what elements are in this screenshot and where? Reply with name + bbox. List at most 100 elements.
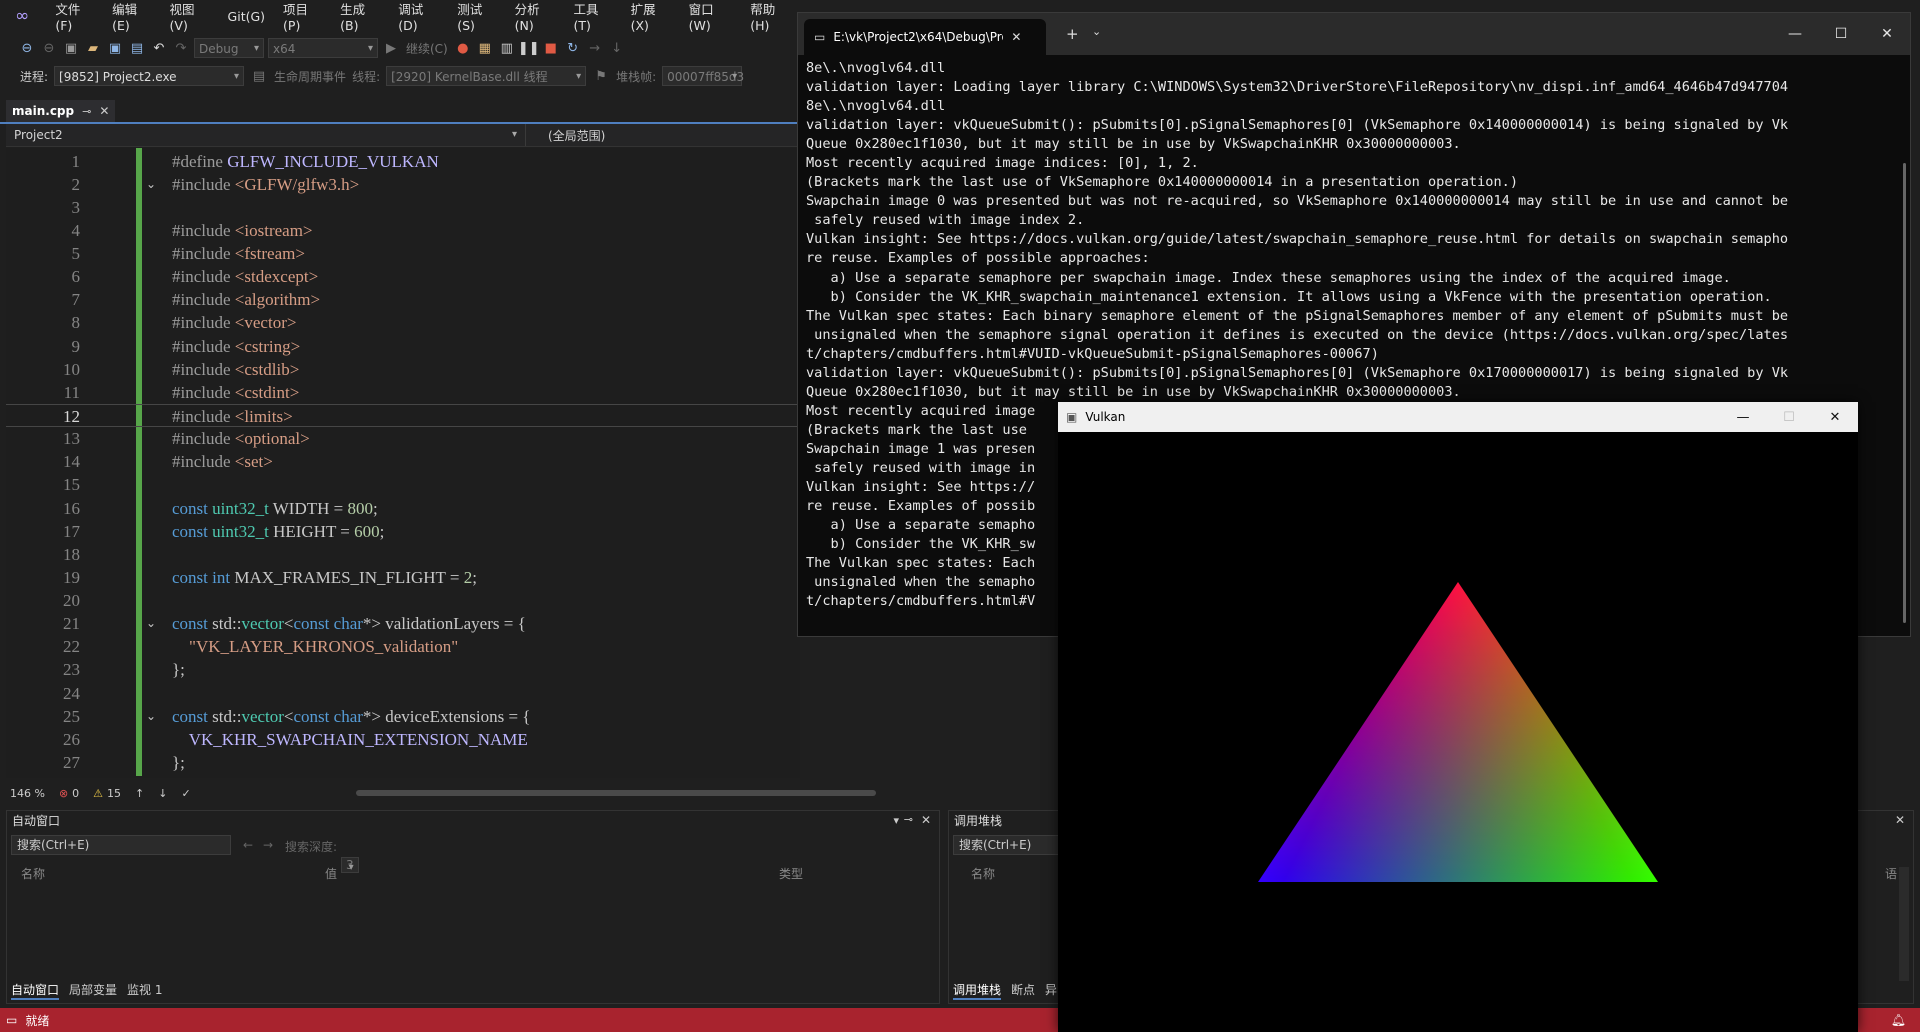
warning-icon[interactable]: ⚠ xyxy=(93,787,103,800)
code-line[interactable]: 26 VK_KHR_SWAPCHAIN_EXTENSION_NAME xyxy=(6,728,800,751)
save-icon[interactable]: ▣ xyxy=(106,39,124,57)
code-editor[interactable]: 1 #define GLFW_INCLUDE_VULKAN 2 ⌄ #include … xyxy=(6,148,800,778)
code-line[interactable]: 15 xyxy=(6,473,800,496)
code-line[interactable]: 6 #include <stdexcept> xyxy=(6,265,800,288)
code-line[interactable]: 23}; xyxy=(6,658,800,681)
error-icon[interactable]: ⊗ xyxy=(59,787,68,800)
break-all-icon[interactable]: ❚❚ xyxy=(518,39,540,57)
new-project-icon[interactable]: ▣ xyxy=(62,39,80,57)
pin-panel-icon[interactable]: ⊸ xyxy=(904,813,913,826)
code-line[interactable]: 22 "VK_LAYER_KHRONOS_validation" xyxy=(6,635,800,658)
back-icon[interactable]: ⊖ xyxy=(18,39,36,57)
new-tab-icon[interactable]: + xyxy=(1066,25,1079,43)
close-tab-icon[interactable]: ✕ xyxy=(99,104,109,118)
menu-view[interactable]: 视图(V) xyxy=(161,0,219,33)
next-issue-icon[interactable]: ↓ xyxy=(158,787,167,800)
hot-reload-icon[interactable]: ● xyxy=(454,39,472,57)
minimize-icon[interactable]: — xyxy=(1720,402,1766,432)
panel-options-icon[interactable]: ▾ xyxy=(893,814,899,827)
menu-test[interactable]: 测试(S) xyxy=(448,0,505,33)
code-line[interactable]: 14 #include <set> xyxy=(6,450,800,473)
warning-count[interactable]: 15 xyxy=(107,787,121,800)
collapse-icon[interactable]: ⌄ xyxy=(144,612,158,635)
column-value[interactable]: 值 xyxy=(325,865,337,882)
maximize-icon[interactable]: ☐ xyxy=(1818,13,1864,55)
configuration-dropdown[interactable]: Debug xyxy=(194,38,264,59)
pin-icon[interactable]: ⊸ xyxy=(82,105,91,118)
undo-icon[interactable]: ↶ xyxy=(150,39,168,57)
code-line[interactable]: 21 ⌄ const std::vector<const char*> valida… xyxy=(6,612,800,635)
terminal-scrollbar[interactable] xyxy=(1903,163,1906,623)
close-panel-icon[interactable]: ✕ xyxy=(921,813,931,827)
tab-exceptions[interactable]: 异 xyxy=(1045,981,1057,1000)
column-name[interactable]: 名称 xyxy=(21,865,45,882)
vulkan-render-surface[interactable] xyxy=(1058,432,1858,1032)
code-line[interactable]: 8 #include <vector> xyxy=(6,311,800,334)
code-line[interactable]: 24 xyxy=(6,682,800,705)
layout-icon[interactable]: ▥ xyxy=(498,39,516,57)
current-code-line[interactable]: 12 #include <limits> xyxy=(6,404,800,428)
code-line[interactable]: 20 xyxy=(6,589,800,612)
step-into-icon[interactable]: ↓ xyxy=(608,39,626,57)
forward-icon[interactable]: → xyxy=(263,838,273,852)
close-window-icon[interactable]: ✕ xyxy=(1864,13,1910,55)
menu-edit[interactable]: 编辑(E) xyxy=(103,0,160,33)
search-depth-dropdown[interactable]: 3 xyxy=(341,857,359,873)
flag-icon[interactable]: ⚑ xyxy=(592,67,610,85)
collapse-icon[interactable]: ⌄ xyxy=(144,173,158,196)
code-line[interactable]: 27}; xyxy=(6,751,800,774)
code-line[interactable]: 16 const uint32_t WIDTH = 800; xyxy=(6,497,800,520)
continue-icon[interactable]: ▶ xyxy=(382,39,400,57)
close-window-icon[interactable]: ✕ xyxy=(1812,402,1858,432)
visual-studio-logo-icon[interactable]: ∞ xyxy=(12,7,32,25)
forward-icon[interactable]: ⊖ xyxy=(40,39,58,57)
code-line[interactable]: 9 #include <cstring> xyxy=(6,335,800,358)
diagnostics-icon[interactable]: ▦ xyxy=(476,39,494,57)
continue-button-label[interactable]: 继续(C) xyxy=(406,40,448,57)
code-line[interactable]: 25 ⌄ const std::vector<const char*> device… xyxy=(6,705,800,728)
code-line[interactable]: 18 xyxy=(6,543,800,566)
menu-git[interactable]: Git(G) xyxy=(219,9,275,24)
tab-locals[interactable]: 局部变量 xyxy=(69,981,117,1000)
code-cleanup-icon[interactable]: ✓ xyxy=(181,787,190,800)
thread-dropdown[interactable]: [2920] KernelBase.dll 线程 xyxy=(386,66,587,87)
code-line[interactable]: 10 #include <cstdlib> xyxy=(6,358,800,381)
code-line[interactable]: 17 const uint32_t HEIGHT = 600; xyxy=(6,520,800,543)
collapse-icon[interactable]: ⌄ xyxy=(144,705,158,728)
column-type[interactable]: 类型 xyxy=(779,865,803,882)
project-dropdown[interactable]: Project2 xyxy=(6,124,526,146)
menu-extensions[interactable]: 扩展(X) xyxy=(622,0,680,33)
code-line[interactable]: 5 #include <fstream> xyxy=(6,242,800,265)
menu-file[interactable]: 文件(F) xyxy=(46,0,103,33)
menu-tools[interactable]: 工具(T) xyxy=(564,0,621,33)
process-dropdown[interactable]: [9852] Project2.exe xyxy=(54,66,245,87)
tab-autos[interactable]: 自动窗口 xyxy=(11,981,60,1000)
stackframe-dropdown[interactable]: 00007ff85d3 xyxy=(662,66,744,87)
minimize-icon[interactable]: — xyxy=(1772,13,1818,55)
scope-dropdown[interactable]: (全局范围) xyxy=(526,127,605,144)
maximize-icon[interactable]: ☐ xyxy=(1766,402,1812,432)
close-tab-icon[interactable]: ✕ xyxy=(1011,30,1021,44)
lifecycle-events-icon[interactable]: ▤ xyxy=(250,67,268,85)
restart-icon[interactable]: ↻ xyxy=(564,39,582,57)
code-line[interactable]: 4 #include <iostream> xyxy=(6,219,800,242)
menu-build[interactable]: 生成(B) xyxy=(331,0,389,33)
redo-icon[interactable]: ↷ xyxy=(172,39,190,57)
notifications-icon[interactable]: 🔔︎ xyxy=(1891,1013,1906,1027)
lifecycle-events-label[interactable]: 生命周期事件 xyxy=(274,68,346,85)
zoom-level[interactable]: 146 % xyxy=(10,787,45,800)
tab-breakpoints[interactable]: 断点 xyxy=(1011,981,1035,1000)
error-count[interactable]: 0 xyxy=(72,787,79,800)
code-line[interactable]: 19 const int MAX_FRAMES_IN_FLIGHT = 2; xyxy=(6,566,800,589)
code-line[interactable]: 13 #include <optional> xyxy=(6,427,800,450)
close-panel-icon[interactable]: ✕ xyxy=(1895,813,1905,827)
menu-project[interactable]: 项目(P) xyxy=(274,0,331,33)
code-line[interactable]: 7 #include <algorithm> xyxy=(6,288,800,311)
vertical-scrollbar[interactable] xyxy=(1899,867,1909,981)
tab-watch-1[interactable]: 监视 1 xyxy=(127,981,162,1000)
code-line[interactable]: 11 #include <cstdint> xyxy=(6,381,800,404)
menu-debug[interactable]: 调试(D) xyxy=(389,0,448,33)
code-line[interactable]: 2 ⌄ #include <GLFW/glfw3.h> xyxy=(6,173,800,196)
previous-issue-icon[interactable]: ↑ xyxy=(135,787,144,800)
platform-dropdown[interactable]: x64 xyxy=(268,38,378,59)
